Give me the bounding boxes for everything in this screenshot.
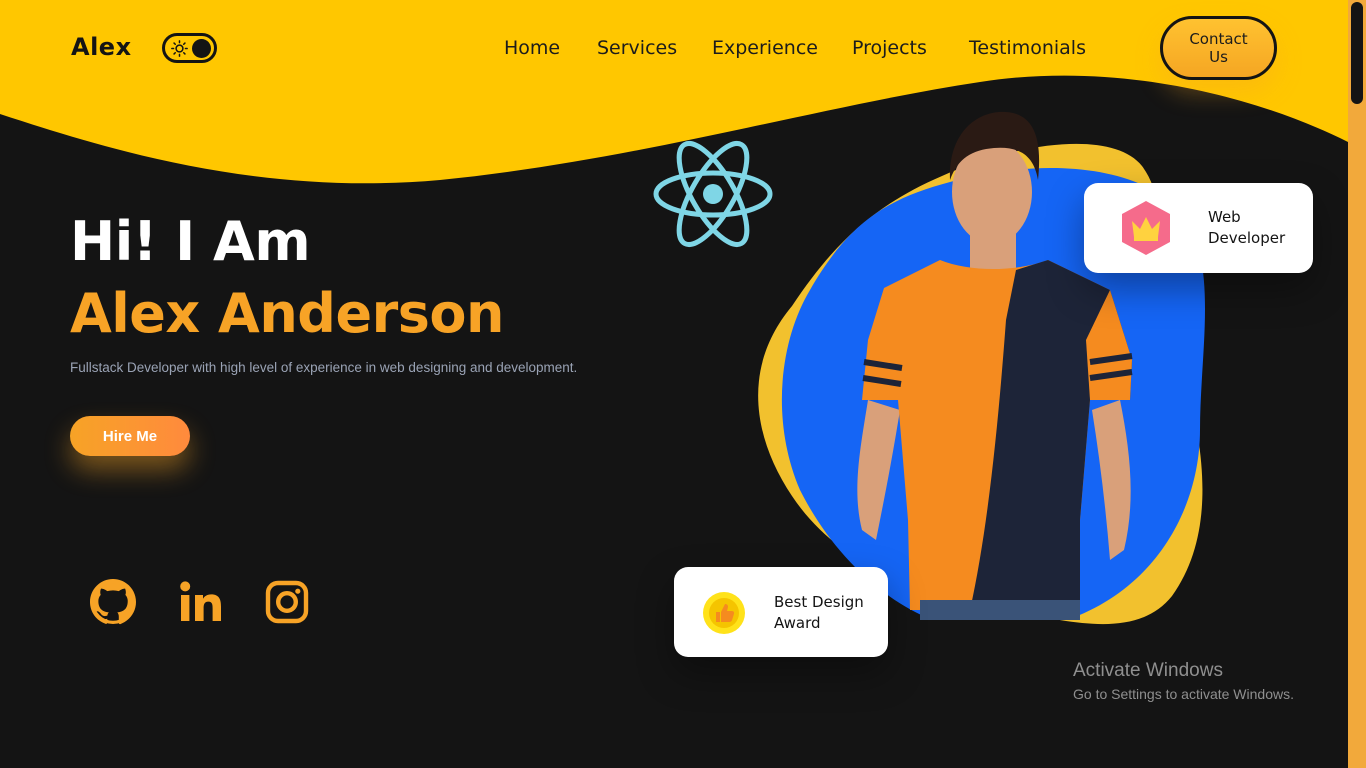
hero-tagline: Fullstack Developer with high level of e… [70, 360, 578, 375]
activate-windows-subtitle: Go to Settings to activate Windows. [1073, 686, 1294, 702]
crown-icon [1122, 201, 1170, 255]
activate-windows-title: Activate Windows [1073, 660, 1223, 681]
site-logo[interactable]: Alex [71, 33, 132, 61]
linkedin-icon[interactable] [176, 578, 224, 626]
hero-name: Alex Anderson [70, 282, 504, 345]
contact-us-button[interactable]: Contact Us [1160, 16, 1277, 80]
nav-testimonials[interactable]: Testimonials [969, 37, 1086, 59]
toggle-knob [192, 39, 211, 58]
scrollbar-thumb[interactable] [1351, 2, 1363, 104]
hire-me-button[interactable]: Hire Me [70, 416, 190, 456]
web-developer-card: Web Developer [1084, 183, 1313, 273]
sun-icon [171, 40, 188, 57]
thumbs-up-icon [703, 592, 745, 634]
hero-greeting: Hi! I Am [70, 210, 311, 273]
instagram-icon[interactable] [263, 578, 311, 626]
nav-home[interactable]: Home [504, 37, 560, 59]
award-line1: Best Design [774, 593, 864, 611]
hero-portrait [781, 111, 1205, 620]
nav-services[interactable]: Services [597, 37, 677, 59]
best-design-award-card: Best Design Award [674, 567, 888, 657]
web-developer-line2: Developer [1208, 229, 1286, 247]
web-developer-line1: Web [1208, 208, 1241, 226]
github-icon[interactable] [89, 578, 137, 626]
theme-toggle[interactable] [162, 33, 217, 63]
page-scrollbar[interactable] [1348, 0, 1366, 768]
award-line2: Award [774, 614, 821, 632]
nav-projects[interactable]: Projects [852, 37, 927, 59]
nav-experience[interactable]: Experience [712, 37, 818, 59]
